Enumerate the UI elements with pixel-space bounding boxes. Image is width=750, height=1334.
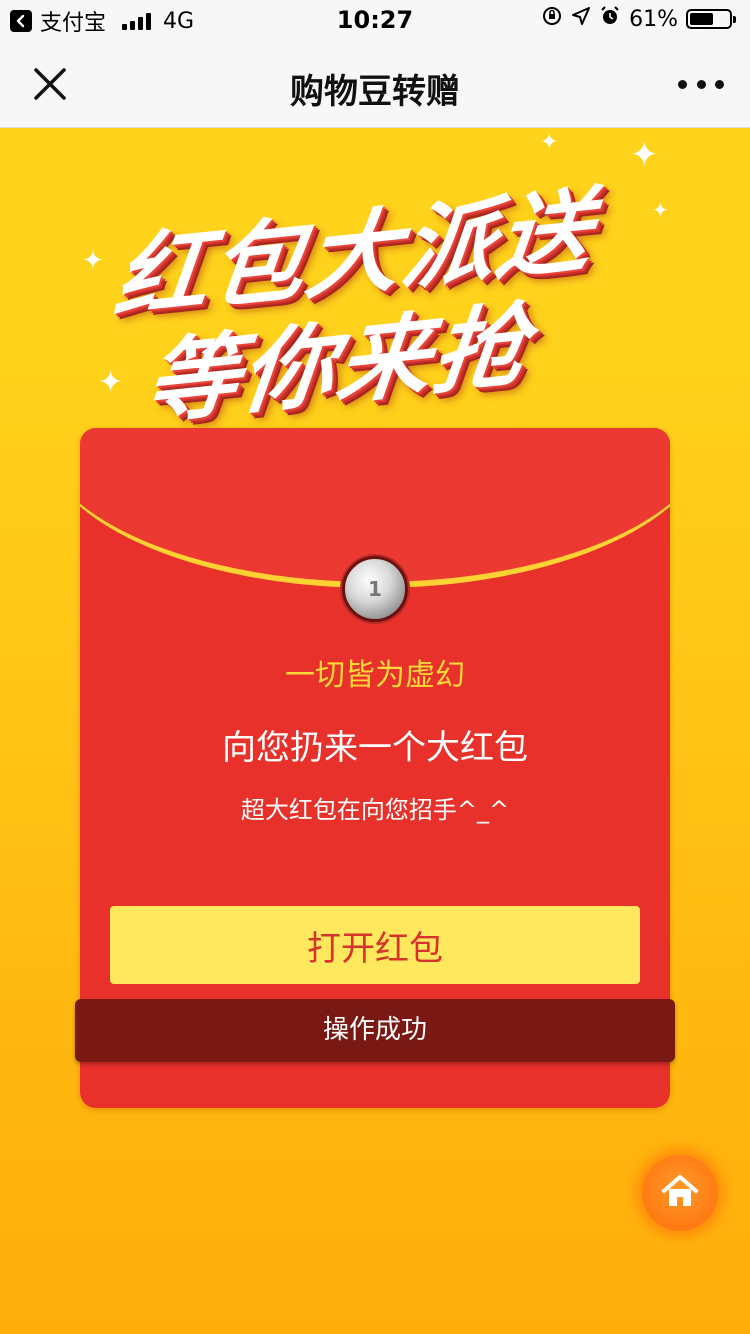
sparkle-icon: ✦ [652,198,669,222]
sparkle-icon: ✦ [540,130,559,155]
sparkle-icon: ✦ [98,365,124,400]
sparkle-icon: ✦ [630,135,659,175]
nav-bar: 购物豆转赠 [0,40,750,128]
envelope-sub-message: 超大红包在向您招手^_^ [240,796,510,824]
battery-icon [686,9,736,29]
battery-percent: 61% [629,6,678,32]
rotation-lock-icon [541,5,563,33]
more-dots-icon[interactable] [678,66,724,102]
status-right: 61% [541,5,736,33]
alarm-icon [599,5,621,33]
envelope-message: 向您扔来一个大红包 [222,728,528,768]
sender-name: 一切皆为虚幻 [285,658,465,693]
open-red-envelope-button[interactable]: 打开红包 [110,906,640,984]
status-bar: 支付宝 4G 10:27 61% [0,0,750,40]
home-button[interactable] [642,1155,718,1231]
promo-banner: ✦ ✦ ✦ ✦ ✦ 红包大派送 等你来抢 [80,132,680,438]
location-arrow-icon [571,6,591,32]
toast-message: 操作成功 [75,999,675,1062]
page-title: 购物豆转赠 [290,72,460,112]
coin-icon: 1 [342,556,408,622]
home-icon [660,1172,700,1214]
sparkle-icon: ✦ [82,246,104,276]
